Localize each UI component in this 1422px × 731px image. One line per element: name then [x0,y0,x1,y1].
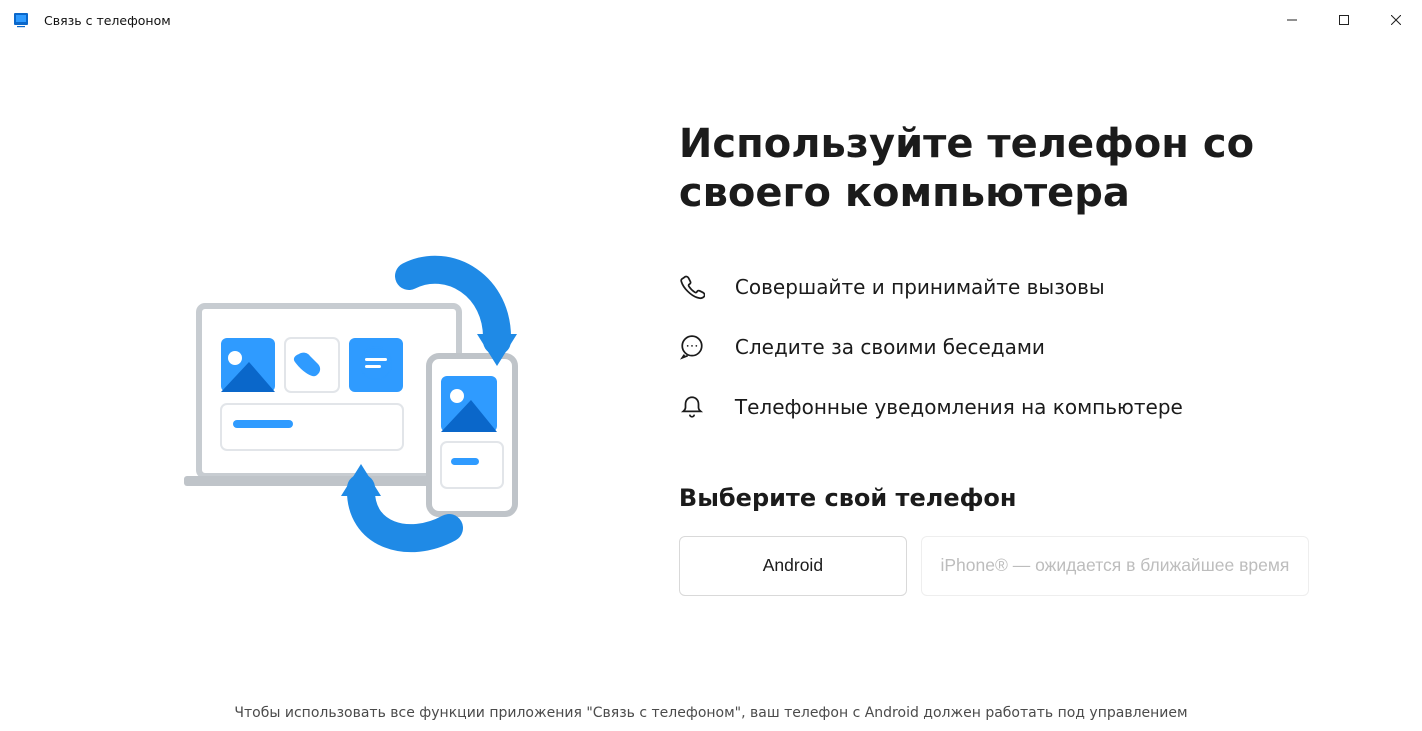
text-column: Используйте телефон со своего компьютера… [659,100,1362,691]
feature-notifications: Телефонные уведомления на компьютере [679,394,1362,420]
phone-laptop-illustration [179,236,539,556]
chat-icon [679,334,705,360]
feature-calls: Совершайте и принимайте вызовы [679,274,1362,300]
feature-calls-text: Совершайте и принимайте вызовы [735,275,1105,299]
app-icon [12,11,30,29]
titlebar-left: Связь с телефоном [12,11,171,29]
close-button[interactable] [1370,0,1422,40]
phone-icon [679,274,705,300]
illustration-column [60,100,659,691]
titlebar: Связь с телефоном [0,0,1422,40]
maximize-button[interactable] [1318,0,1370,40]
window-title: Связь с телефоном [44,13,171,28]
feature-messages-text: Следите за своими беседами [735,335,1045,359]
window-controls [1266,0,1422,40]
content-area: Используйте телефон со своего компьютера… [0,40,1422,691]
minimize-button[interactable] [1266,0,1318,40]
bell-icon [679,394,705,420]
footer-text: Чтобы использовать все функции приложени… [0,705,1422,721]
feature-list: Совершайте и принимайте вызовы Следите з… [679,274,1362,420]
feature-notifications-text: Телефонные уведомления на компьютере [735,395,1183,419]
feature-messages: Следите за своими беседами [679,334,1362,360]
choose-phone-label: Выберите свой телефон [679,484,1362,512]
iphone-button: iPhone® — ожидается в ближайшее время [921,536,1309,596]
android-button[interactable]: Android [679,536,907,596]
phone-choice-row: Android iPhone® — ожидается в ближайшее … [679,536,1362,596]
page-heading: Используйте телефон со своего компьютера [679,120,1319,218]
